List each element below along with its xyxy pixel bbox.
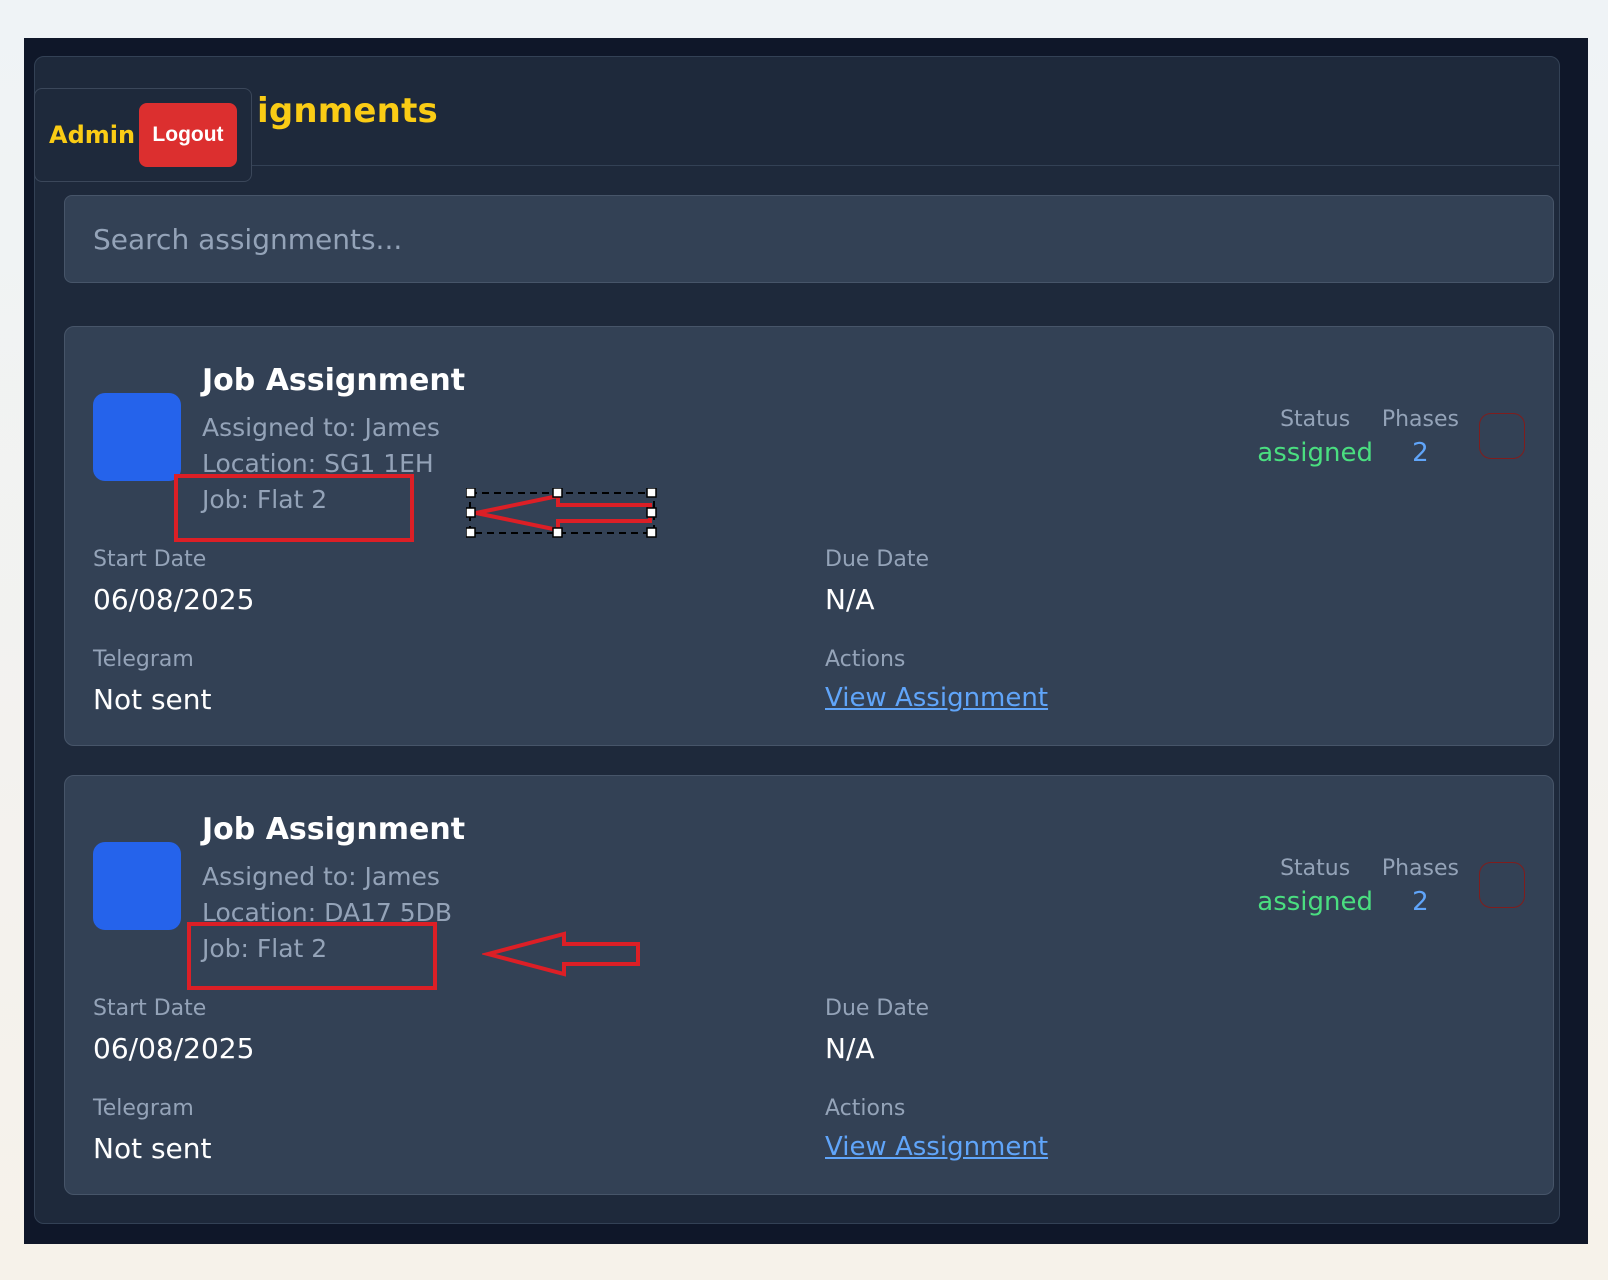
- annotation-highlight-box: [174, 474, 414, 542]
- telegram-value: Not sent: [93, 1132, 212, 1165]
- status-group: Status assigned: [1257, 856, 1373, 917]
- due-date-label: Due Date: [825, 996, 929, 1021]
- phases-group: Phases 2: [1382, 856, 1459, 917]
- panel-header: ignments: [35, 57, 1559, 166]
- card-menu-button[interactable]: [1479, 862, 1525, 908]
- due-date-label: Due Date: [825, 547, 929, 572]
- annotation-highlight-box: [187, 922, 437, 990]
- card-title: Job Assignment: [202, 363, 466, 398]
- start-date-label: Start Date: [93, 547, 207, 572]
- actions-label: Actions: [825, 647, 906, 672]
- start-date-value: 06/08/2025: [93, 1032, 255, 1065]
- avatar: [93, 393, 181, 481]
- phases-label: Phases: [1381, 407, 1459, 432]
- due-date-value: N/A: [825, 583, 875, 616]
- telegram-value: Not sent: [93, 683, 212, 716]
- telegram-label: Telegram: [93, 647, 194, 672]
- annotation-arrow-left-icon: [466, 488, 657, 538]
- status-group: Status assigned: [1257, 407, 1373, 468]
- phases-count: 2: [1412, 438, 1429, 468]
- user-menu-bar: Admin Logout: [34, 88, 252, 182]
- due-date-value: N/A: [825, 1032, 875, 1065]
- assigned-to: Assigned to: James: [202, 862, 440, 891]
- annotation-arrow-left-icon: [482, 931, 640, 977]
- status-label: Status: [1280, 407, 1351, 432]
- start-date-value: 06/08/2025: [93, 583, 255, 616]
- search-input[interactable]: [64, 195, 1554, 283]
- view-assignment-link[interactable]: View Assignment: [825, 1132, 1048, 1162]
- status-badge: assigned: [1257, 887, 1373, 917]
- start-date-label: Start Date: [93, 996, 207, 1021]
- phases-label: Phases: [1381, 856, 1459, 881]
- phases-count: 2: [1412, 887, 1429, 917]
- logout-button[interactable]: Logout: [139, 103, 237, 167]
- status-badge: assigned: [1257, 438, 1373, 468]
- status-label: Status: [1280, 856, 1351, 881]
- admin-label: Admin: [49, 121, 136, 149]
- actions-label: Actions: [825, 1096, 906, 1121]
- avatar: [93, 842, 181, 930]
- page-title: ignments: [257, 91, 438, 131]
- view-assignment-link[interactable]: View Assignment: [825, 683, 1048, 713]
- phases-group: Phases 2: [1382, 407, 1459, 468]
- assigned-to: Assigned to: James: [202, 413, 440, 442]
- telegram-label: Telegram: [93, 1096, 194, 1121]
- card-menu-button[interactable]: [1479, 413, 1525, 459]
- card-title: Job Assignment: [202, 812, 466, 847]
